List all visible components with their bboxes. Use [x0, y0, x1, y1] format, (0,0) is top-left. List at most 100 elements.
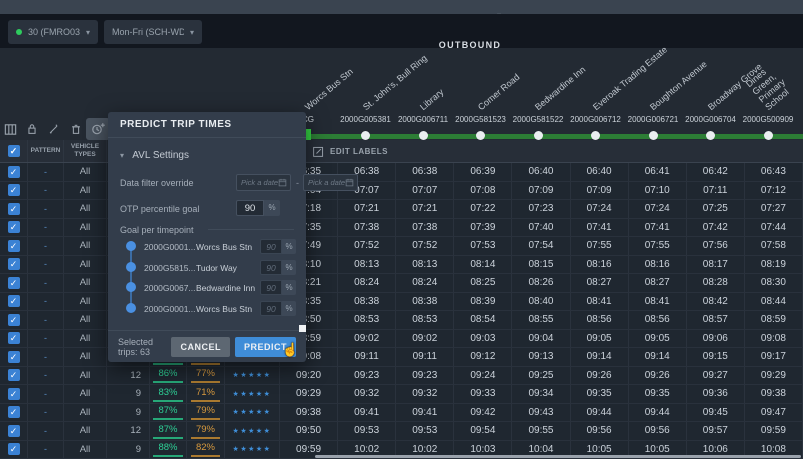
time-cell[interactable]: 07:21: [396, 200, 454, 219]
time-cell[interactable]: 09:14: [571, 348, 629, 367]
time-cell[interactable]: 09:05: [629, 330, 687, 349]
edit-icon[interactable]: [44, 119, 64, 139]
time-cell[interactable]: 07:38: [396, 219, 454, 238]
timepoint-goal-input[interactable]: 90: [260, 301, 282, 316]
station-stop-dot[interactable]: [764, 131, 773, 140]
time-cell[interactable]: 09:54: [454, 422, 512, 441]
avl-settings-section-toggle[interactable]: ▾ AVL Settings: [120, 150, 189, 161]
time-cell[interactable]: 07:56: [687, 237, 745, 256]
time-cell[interactable]: 09:05: [571, 330, 629, 349]
time-cell[interactable]: 07:24: [629, 200, 687, 219]
row-checkbox[interactable]: ✓: [8, 203, 20, 215]
time-cell[interactable]: 06:43: [745, 163, 803, 182]
lock-icon[interactable]: [22, 119, 42, 139]
time-cell[interactable]: 09:57: [687, 422, 745, 441]
time-cell[interactable]: 08:41: [629, 293, 687, 312]
time-cell[interactable]: 07:55: [571, 237, 629, 256]
time-cell[interactable]: 06:38: [396, 163, 454, 182]
time-cell[interactable]: 08:53: [338, 311, 396, 330]
time-cell[interactable]: 08:41: [571, 293, 629, 312]
time-cell[interactable]: 08:40: [512, 293, 570, 312]
time-cell[interactable]: 08:26: [512, 274, 570, 293]
time-cell[interactable]: 07:08: [454, 182, 512, 201]
time-cell[interactable]: 08:57: [687, 311, 745, 330]
time-cell[interactable]: 09:17: [745, 348, 803, 367]
time-cell[interactable]: 09:26: [571, 367, 629, 386]
time-cell[interactable]: 07:54: [512, 237, 570, 256]
time-cell[interactable]: 08:42: [687, 293, 745, 312]
time-cell[interactable]: 09:20: [280, 367, 338, 386]
time-cell[interactable]: 09:11: [338, 348, 396, 367]
time-cell[interactable]: 06:40: [571, 163, 629, 182]
time-cell[interactable]: 09:29: [745, 367, 803, 386]
time-cell[interactable]: 09:56: [629, 422, 687, 441]
time-cell[interactable]: 08:13: [338, 256, 396, 275]
time-cell[interactable]: 07:44: [745, 219, 803, 238]
time-cell[interactable]: 08:38: [396, 293, 454, 312]
row-checkbox[interactable]: ✓: [8, 295, 20, 307]
time-cell[interactable]: 09:59: [745, 422, 803, 441]
time-cell[interactable]: 09:26: [629, 367, 687, 386]
time-cell[interactable]: 06:41: [629, 163, 687, 182]
time-cell[interactable]: 09:55: [512, 422, 570, 441]
time-cell[interactable]: 06:39: [454, 163, 512, 182]
station-stop-dot[interactable]: [649, 131, 658, 140]
time-cell[interactable]: 09:53: [396, 422, 454, 441]
time-cell[interactable]: 08:14: [454, 256, 512, 275]
time-cell[interactable]: 09:44: [571, 404, 629, 423]
time-cell[interactable]: 08:16: [629, 256, 687, 275]
timepoint-goal-input[interactable]: 90: [260, 260, 282, 275]
time-cell[interactable]: 09:13: [512, 348, 570, 367]
predict-trip-times-icon[interactable]: [86, 118, 110, 140]
time-cell[interactable]: 09:24: [454, 367, 512, 386]
time-cell[interactable]: 07:42: [687, 219, 745, 238]
row-checkbox[interactable]: ✓: [8, 166, 20, 178]
time-cell[interactable]: 09:43: [512, 404, 570, 423]
station-stop-dot[interactable]: [419, 131, 428, 140]
time-cell[interactable]: 09:14: [629, 348, 687, 367]
time-cell[interactable]: 06:42: [687, 163, 745, 182]
time-cell[interactable]: 08:38: [338, 293, 396, 312]
time-cell[interactable]: 09:02: [396, 330, 454, 349]
service-selector-dropdown[interactable]: Mon-Fri (SCH-WD) ▾: [104, 20, 202, 44]
time-cell[interactable]: 08:28: [687, 274, 745, 293]
time-cell[interactable]: 07:07: [396, 182, 454, 201]
time-cell[interactable]: 07:22: [454, 200, 512, 219]
time-cell[interactable]: 08:27: [629, 274, 687, 293]
edit-labels-button[interactable]: EDIT LABELS: [312, 143, 388, 160]
row-checkbox[interactable]: ✓: [8, 406, 20, 418]
time-cell[interactable]: 07:41: [629, 219, 687, 238]
time-cell[interactable]: 08:54: [454, 311, 512, 330]
time-cell[interactable]: 08:24: [396, 274, 454, 293]
time-cell[interactable]: 09:32: [338, 385, 396, 404]
time-cell[interactable]: 09:41: [338, 404, 396, 423]
time-cell[interactable]: 09:44: [629, 404, 687, 423]
time-cell[interactable]: 07:38: [338, 219, 396, 238]
time-cell[interactable]: 08:30: [745, 274, 803, 293]
date-from-picker[interactable]: Pick a date: [236, 174, 291, 191]
station-stop-dot[interactable]: [534, 131, 543, 140]
time-cell[interactable]: 08:13: [396, 256, 454, 275]
time-cell[interactable]: 08:19: [745, 256, 803, 275]
time-cell[interactable]: 08:17: [687, 256, 745, 275]
time-cell[interactable]: 09:02: [338, 330, 396, 349]
time-cell[interactable]: 07:10: [629, 182, 687, 201]
row-checkbox[interactable]: ✓: [8, 351, 20, 363]
time-cell[interactable]: 09:38: [745, 385, 803, 404]
time-cell[interactable]: 08:15: [512, 256, 570, 275]
time-cell[interactable]: 08:56: [571, 311, 629, 330]
row-checkbox[interactable]: ✓: [8, 388, 20, 400]
time-cell[interactable]: 09:11: [396, 348, 454, 367]
time-cell[interactable]: 09:35: [629, 385, 687, 404]
time-cell[interactable]: 09:12: [454, 348, 512, 367]
time-cell[interactable]: 07:09: [571, 182, 629, 201]
time-cell[interactable]: 07:39: [454, 219, 512, 238]
row-checkbox[interactable]: ✓: [8, 277, 20, 289]
time-cell[interactable]: 07:55: [629, 237, 687, 256]
time-cell[interactable]: 09:45: [687, 404, 745, 423]
time-cell[interactable]: 07:23: [512, 200, 570, 219]
time-cell[interactable]: 08:53: [396, 311, 454, 330]
time-cell[interactable]: 09:32: [396, 385, 454, 404]
cancel-button[interactable]: CANCEL: [171, 337, 230, 357]
time-cell[interactable]: 08:27: [571, 274, 629, 293]
